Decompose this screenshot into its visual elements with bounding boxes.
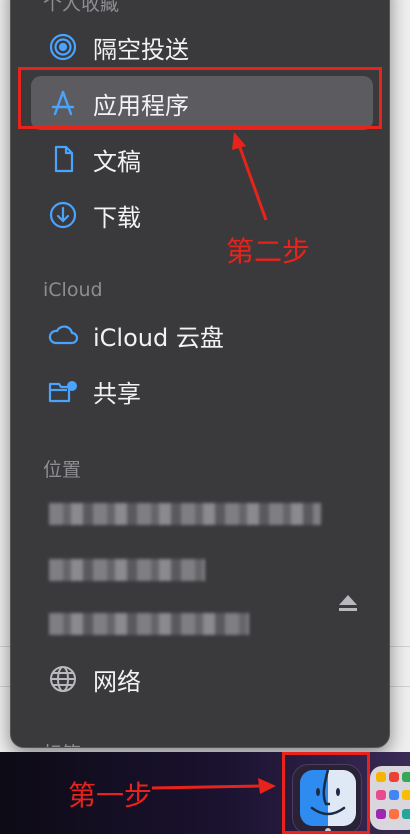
annotation-step2: 第二步 (226, 235, 311, 268)
sidebar-item-downloads[interactable]: 下载 (31, 188, 373, 242)
eject-icon[interactable] (337, 593, 359, 617)
sidebar-item-icloud-drive[interactable]: iCloud 云盘 (31, 308, 373, 362)
redacted-location-1[interactable] (49, 503, 321, 525)
redacted-location-2[interactable] (49, 559, 205, 581)
favorites-section-title: 个人收藏 (43, 0, 120, 15)
globe-icon (47, 663, 79, 695)
highlight-box-finder (282, 752, 370, 834)
sidebar-item-label: 网络 (93, 667, 141, 696)
sidebar-item-documents[interactable]: 文稿 (31, 132, 373, 186)
highlight-box-applications (18, 67, 382, 129)
sidebar-item-label: 下载 (93, 203, 141, 232)
sidebar-item-label: iCloud 云盘 (93, 323, 224, 352)
sidebar-item-label: 文稿 (93, 147, 141, 176)
shared-folder-icon (47, 375, 79, 407)
sidebar-item-label: 隔空投送 (93, 35, 189, 64)
annotation-step1: 第一步 (68, 779, 153, 812)
arrow-step1-icon (151, 778, 276, 794)
redacted-location-3[interactable] (49, 613, 249, 635)
locations-section-title: 位置 (43, 459, 82, 481)
dock: 第一步 (0, 752, 410, 834)
icloud-section-title: iCloud (43, 279, 103, 301)
downloads-icon (47, 199, 79, 231)
arrow-step2-icon (232, 132, 268, 221)
sidebar-item-airdrop[interactable]: 隔空投送 (31, 20, 373, 74)
documents-icon (47, 143, 79, 175)
sidebar-item-shared[interactable]: 共享 (31, 364, 373, 418)
sidebar-item-label: 共享 (93, 379, 141, 408)
airdrop-icon (47, 31, 79, 63)
tags-section-title: 标签 (43, 739, 81, 747)
cloud-icon (47, 319, 79, 351)
launchpad-dock-icon[interactable] (370, 766, 410, 830)
sidebar-item-network[interactable]: 网络 (31, 652, 373, 706)
